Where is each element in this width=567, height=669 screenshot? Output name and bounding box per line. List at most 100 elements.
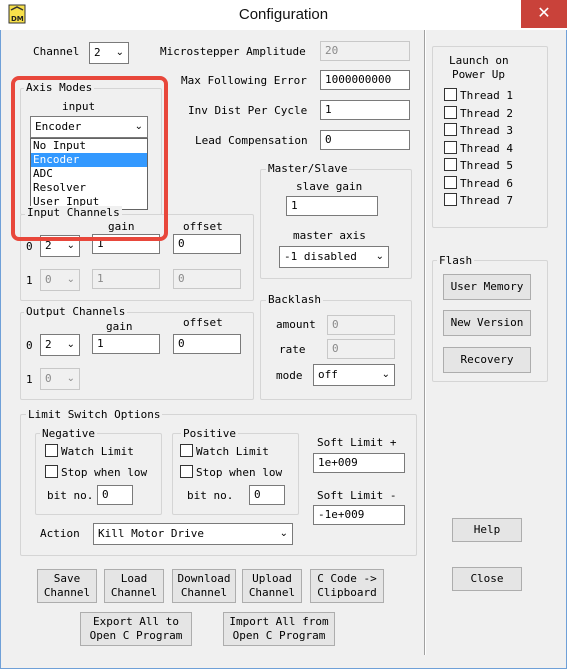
input-row1-index: 1 <box>26 274 33 287</box>
thread-5-checkbox[interactable] <box>444 158 457 171</box>
chevron-down-icon: ⌄ <box>375 251 384 262</box>
max-following-error-field[interactable]: 1000000000 <box>320 70 410 90</box>
pos-bit-field[interactable]: 0 <box>249 485 285 505</box>
soft-limit-minus-field[interactable]: -1e+009 <box>313 505 405 525</box>
chevron-down-icon: ⌄ <box>66 339 75 350</box>
input-row1-offset-field[interactable]: 0 <box>173 269 241 289</box>
pos-stop-when-low-label: Stop when low <box>196 466 283 479</box>
export-all-button[interactable]: Export All to Open C Program <box>80 612 192 646</box>
thread-6-checkbox[interactable] <box>444 175 457 189</box>
limit-switch-title: Limit Switch Options <box>26 408 163 421</box>
thread-2-checkbox[interactable] <box>444 105 457 119</box>
soft-limit-minus-label: Soft Limit - <box>317 489 397 502</box>
chevron-down-icon: ⌄ <box>115 47 124 58</box>
neg-watch-limit-checkbox[interactable] <box>45 444 58 457</box>
lead-comp-label: Lead Compensation <box>195 134 308 147</box>
close-window-button[interactable]: ✕ <box>521 0 567 28</box>
output-offset-label: offset <box>183 316 223 329</box>
input-row0-offset-field[interactable]: 0 <box>173 234 241 254</box>
slave-gain-label: slave gain <box>296 180 363 193</box>
microstepper-field[interactable]: 20 <box>320 41 410 61</box>
help-button[interactable]: Help <box>452 518 522 542</box>
c-code-clipboard-button[interactable]: C Code -> Clipboard <box>310 569 384 603</box>
pos-bit-label: bit no. <box>187 489 234 502</box>
backlash-title: Backlash <box>266 293 323 306</box>
thread-4-label: Thread 4 <box>460 141 513 155</box>
inv-dist-label: Inv Dist Per Cycle <box>188 104 308 117</box>
output-gain-label: gain <box>106 320 133 333</box>
output-row0-gain-field[interactable]: 1 <box>92 334 160 354</box>
backlash-rate-label: rate <box>279 343 306 356</box>
chevron-down-icon: ⌄ <box>66 373 75 384</box>
thread-1-label: Thread 1 <box>460 89 513 102</box>
vertical-divider <box>424 30 426 655</box>
soft-limit-plus-label: Soft Limit + <box>317 436 397 449</box>
neg-bit-field[interactable]: 0 <box>97 485 133 505</box>
output-row0-offset-field[interactable]: 0 <box>173 334 241 354</box>
thread-5-label: Thread 5 <box>460 159 513 172</box>
recovery-button[interactable]: Recovery <box>443 347 531 373</box>
neg-bit-label: bit no. <box>47 489 94 502</box>
input-offset-label: offset <box>183 220 223 233</box>
input-row0-index: 0 <box>26 240 33 253</box>
thread-6-label: Thread 6 <box>460 176 513 190</box>
output-channels-title: Output Channels <box>24 305 128 318</box>
thread-7-checkbox[interactable] <box>444 193 457 206</box>
window-title: Configuration <box>238 6 329 23</box>
output-row1-index: 1 <box>26 373 33 386</box>
negative-title: Negative <box>40 427 97 440</box>
output-row0-index: 0 <box>26 339 33 352</box>
slave-gain-field[interactable]: 1 <box>286 196 378 216</box>
neg-stop-when-low-label: Stop when low <box>61 466 148 479</box>
new-version-button[interactable]: New Version <box>443 310 531 336</box>
load-channel-button[interactable]: Load Channel <box>104 569 164 603</box>
backlash-amount-label: amount <box>276 318 316 331</box>
thread-1-checkbox[interactable] <box>444 88 457 101</box>
neg-stop-when-low-checkbox[interactable] <box>45 465 58 478</box>
close-button[interactable]: Close <box>452 567 522 591</box>
output-row1-channel-select[interactable]: 0 ⌄ <box>40 368 80 390</box>
input-row1-gain-field[interactable]: 1 <box>92 269 160 289</box>
master-axis-select[interactable]: -1 disabled ⌄ <box>279 246 389 268</box>
microstepper-label: Microstepper Amplitude <box>160 45 306 58</box>
flash-title: Flash <box>437 254 475 267</box>
max-following-error-label: Max Following Error <box>181 74 307 87</box>
soft-limit-plus-field[interactable]: 1e+009 <box>313 453 405 473</box>
backlash-rate-field[interactable]: 0 <box>327 339 395 359</box>
highlight-annotation <box>11 76 168 241</box>
chevron-down-icon: ⌄ <box>279 528 288 539</box>
download-channel-button[interactable]: Download Channel <box>172 569 236 603</box>
chevron-down-icon: ⌄ <box>66 240 75 251</box>
backlash-amount-field[interactable]: 0 <box>327 315 395 335</box>
thread-3-label: Thread 3 <box>460 124 513 137</box>
upload-channel-button[interactable]: Upload Channel <box>242 569 302 603</box>
channel-label: Channel <box>33 45 80 58</box>
launch-title-line2: Power Up <box>452 68 505 81</box>
chevron-down-icon: ⌄ <box>66 274 75 285</box>
output-row0-channel-select[interactable]: 2 ⌄ <box>40 334 80 356</box>
action-label: Action <box>40 527 80 540</box>
backlash-mode-select[interactable]: off ⌄ <box>313 364 395 386</box>
import-all-button[interactable]: Import All from Open C Program <box>223 612 335 646</box>
channel-select[interactable]: 2 ⌄ <box>89 42 129 64</box>
action-select[interactable]: Kill Motor Drive ⌄ <box>93 523 293 545</box>
pos-stop-when-low-checkbox[interactable] <box>180 465 193 478</box>
backlash-mode-label: mode <box>276 369 303 382</box>
input-row1-channel-select[interactable]: 0 ⌄ <box>40 269 80 291</box>
user-memory-button[interactable]: User Memory <box>443 274 531 300</box>
thread-2-label: Thread 2 <box>460 106 513 120</box>
inv-dist-field[interactable]: 1 <box>320 100 410 120</box>
thread-4-checkbox[interactable] <box>444 140 457 154</box>
chevron-down-icon: ⌄ <box>381 369 390 380</box>
title-bar: DM Configuration ✕ <box>0 0 567 30</box>
pos-watch-limit-checkbox[interactable] <box>180 444 193 457</box>
thread-7-label: Thread 7 <box>460 194 513 207</box>
launch-title-line1: Launch on <box>449 54 509 67</box>
neg-watch-limit-label: Watch Limit <box>61 445 134 458</box>
pos-watch-limit-label: Watch Limit <box>196 445 269 458</box>
master-axis-label: master axis <box>293 229 366 242</box>
save-channel-button[interactable]: Save Channel <box>37 569 97 603</box>
lead-comp-field[interactable]: 0 <box>320 130 410 150</box>
positive-title: Positive <box>181 427 238 440</box>
thread-3-checkbox[interactable] <box>444 123 457 136</box>
